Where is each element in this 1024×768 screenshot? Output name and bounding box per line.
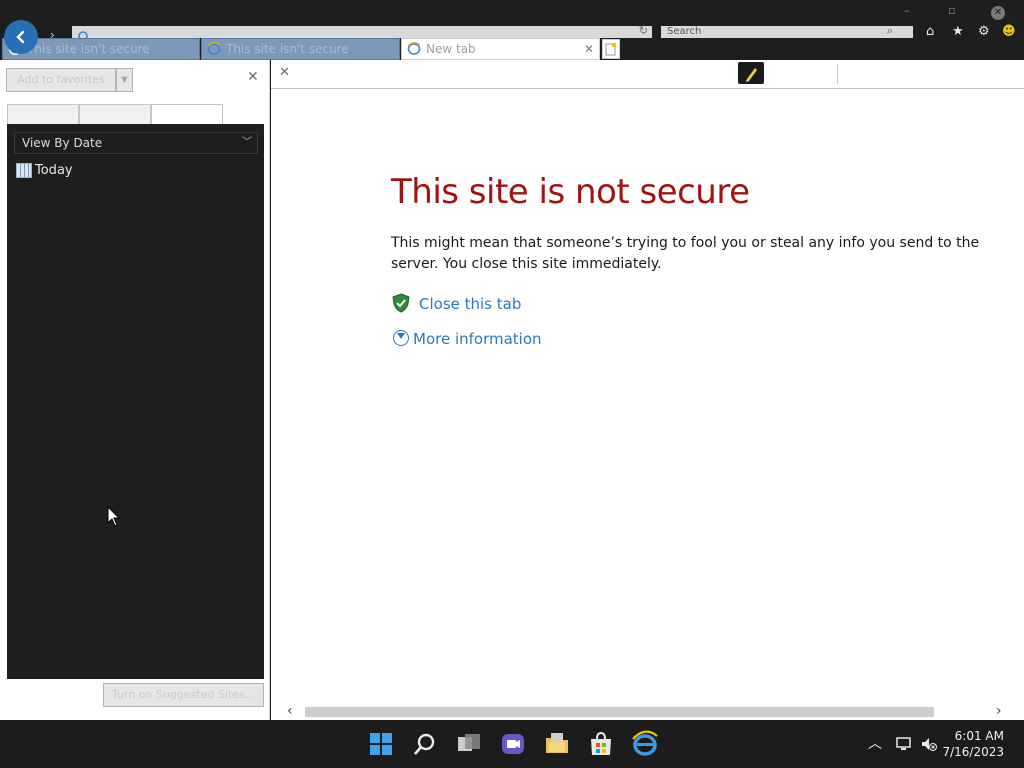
pen-icon (746, 68, 757, 82)
store-icon[interactable] (587, 730, 615, 758)
gear-icon[interactable]: ⚙ (978, 25, 990, 38)
new-tab-icon (605, 43, 616, 56)
back-arrow-icon (16, 30, 25, 44)
mouse-cursor-icon (107, 506, 121, 527)
suggested-sites-button[interactable]: Turn on Suggested Sites... (103, 683, 264, 707)
title-bar: ↻ Search ⌕ – ▫ ✕ ⌂ ★ ⚙ ☻ (0, 0, 1024, 41)
scroll-right-icon[interactable]: › (996, 703, 1002, 720)
pen-button[interactable] (738, 62, 764, 84)
history-item-label: Today (35, 163, 73, 178)
address-bar[interactable]: ↻ (72, 24, 652, 41)
search-box[interactable]: Search ⌕ (661, 24, 913, 38)
close-sidebar-icon[interactable]: ✕ (247, 69, 259, 85)
command-bar: ✕ (271, 60, 1024, 89)
expand-circle-icon[interactable] (393, 330, 409, 346)
back-button[interactable] (4, 20, 38, 54)
restore-icon[interactable]: ▫ (948, 4, 955, 17)
favorites-sidebar: Add to favorites ▼ ✕ View By Date ﹀ Toda… (0, 60, 270, 720)
calendar-icon (16, 163, 32, 178)
system-clock[interactable]: 6:01 AM 7/16/2023 (942, 728, 1004, 760)
chevron-up-icon[interactable]: ︿ (868, 736, 882, 752)
view-by-label: View By Date (22, 136, 103, 150)
close-this-tab-link[interactable]: Close this tab (419, 295, 521, 313)
tab-favorites[interactable] (7, 104, 79, 125)
search-placeholder: Search (667, 26, 702, 37)
tab-not-secure[interactable]: This site isn't secure (201, 38, 400, 60)
clock-time: 6:01 AM (954, 729, 1004, 743)
network-icon[interactable] (895, 736, 913, 752)
tab-title: New tab (426, 42, 476, 56)
search-icon[interactable] (411, 730, 439, 758)
add-to-favorites-button[interactable]: Add to favorites (6, 68, 116, 92)
file-explorer-icon[interactable] (543, 730, 571, 758)
view-by-select[interactable]: View By Date ﹀ (14, 132, 258, 154)
page-content: ✕ This site is not secure This might mea… (271, 60, 1024, 720)
scroll-left-icon[interactable]: ‹ (287, 703, 293, 720)
warning-message: This might mean that someone’s trying to… (391, 235, 980, 272)
windows-start-icon[interactable] (367, 730, 395, 758)
search-icon[interactable]: ⌕ (887, 24, 893, 38)
close-tab-icon[interactable]: ✕ (584, 39, 594, 59)
chevron-down-icon: ﹀ (242, 137, 252, 148)
favorites-star-icon[interactable]: ★ (952, 25, 964, 38)
tab-strip: This site isn't secure This site isn't s… (0, 38, 1024, 60)
task-view-icon[interactable] (455, 730, 483, 758)
add-favorites-dropdown[interactable]: ▼ (116, 68, 133, 92)
horizontal-scrollbar[interactable]: ‹ › (271, 703, 1024, 720)
taskbar: ︿ 6:01 AM 7/16/2023 (0, 720, 1024, 768)
home-icon[interactable]: ⌂ (926, 25, 934, 38)
chat-icon[interactable] (499, 730, 527, 758)
close-bar-icon[interactable]: ✕ (279, 65, 290, 80)
tab-title: This site isn't secure (226, 42, 349, 56)
volume-muted-icon[interactable] (920, 736, 938, 752)
ie-icon (207, 42, 221, 55)
toolbar-icons: ⌂ ★ ⚙ ☻ (926, 25, 1022, 38)
history-panel: View By Date ﹀ Today (7, 124, 264, 679)
minimize-icon[interactable]: – (904, 4, 910, 17)
more-information-link[interactable]: More information (413, 330, 542, 348)
tab-history[interactable] (151, 104, 223, 125)
refresh-icon[interactable]: ↻ (639, 24, 648, 37)
close-window-button[interactable]: ✕ (991, 6, 1005, 20)
new-tab-button[interactable] (602, 39, 620, 59)
smiley-icon[interactable]: ☻ (1002, 25, 1016, 38)
clock-date: 7/16/2023 (942, 745, 1004, 759)
tab-feeds[interactable] (79, 104, 151, 125)
internet-explorer-icon[interactable] (631, 730, 659, 758)
history-item-today[interactable]: Today (16, 162, 73, 180)
scrollbar-thumb[interactable] (305, 707, 934, 717)
toolbar-divider (837, 64, 838, 84)
tab-new-tab[interactable]: New tab ✕ (401, 38, 600, 60)
ie-icon (407, 42, 421, 55)
page-title: This site is not secure (391, 172, 750, 212)
tab-title: This site isn't secure (27, 42, 150, 56)
shield-icon (392, 293, 410, 313)
